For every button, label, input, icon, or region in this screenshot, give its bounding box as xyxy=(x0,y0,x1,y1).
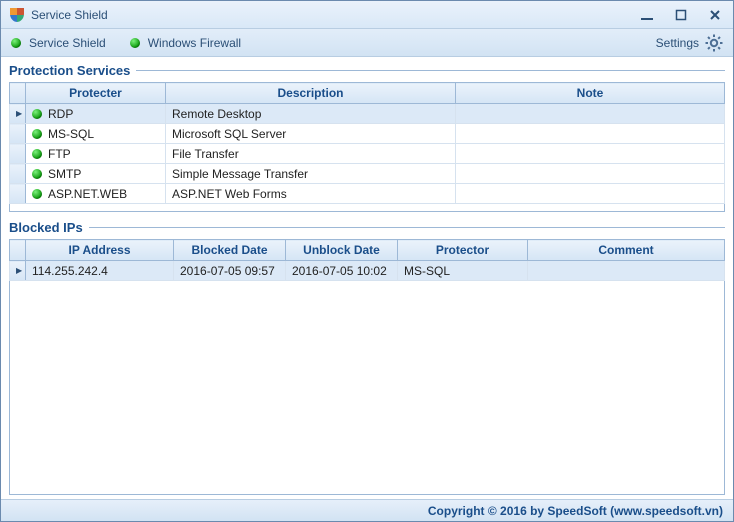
status-bar: Copyright © 2016 by SpeedSoft (www.speed… xyxy=(1,499,733,521)
group-title: Protection Services xyxy=(9,63,130,78)
col-protecter[interactable]: Protecter xyxy=(26,83,166,104)
cell-blocked-date[interactable]: 2016-07-05 09:57 xyxy=(174,261,286,281)
row-handle[interactable] xyxy=(10,104,26,124)
title-bar: Service Shield xyxy=(1,1,733,29)
protecter-name: FTP xyxy=(48,147,71,161)
gear-icon[interactable] xyxy=(705,34,723,52)
col-note[interactable]: Note xyxy=(456,83,725,104)
blocked-ips-group: Blocked IPs IP Address Blocked Date Unbl… xyxy=(9,220,725,495)
window-title: Service Shield xyxy=(31,8,637,22)
col-comment[interactable]: Comment xyxy=(528,240,725,261)
row-handle[interactable] xyxy=(10,184,26,204)
cell-protector[interactable]: MS-SQL xyxy=(398,261,528,281)
toolbar-label: Service Shield xyxy=(29,36,106,50)
table-row[interactable]: MS-SQL Microsoft SQL Server xyxy=(10,124,725,144)
table-row[interactable]: 114.255.242.42016-07-05 09:572016-07-05 … xyxy=(10,261,725,281)
divider xyxy=(89,227,725,228)
protecter-name: SMTP xyxy=(48,167,81,181)
close-button[interactable] xyxy=(705,7,725,23)
col-blocked-date[interactable]: Blocked Date xyxy=(174,240,286,261)
cell-protecter[interactable]: ASP.NET.WEB xyxy=(26,184,166,204)
cell-protecter[interactable]: RDP xyxy=(26,104,166,124)
status-dot-icon xyxy=(32,149,42,159)
protection-grid[interactable]: Protecter Description Note RDP Remote Des… xyxy=(9,82,725,204)
cell-comment[interactable] xyxy=(528,261,725,281)
grid-footer-space xyxy=(9,204,725,212)
cell-note[interactable] xyxy=(456,184,725,204)
status-dot-icon xyxy=(32,109,42,119)
table-row[interactable]: SMTP Simple Message Transfer xyxy=(10,164,725,184)
table-row[interactable]: FTP File Transfer xyxy=(10,144,725,164)
table-row[interactable]: ASP.NET.WEB ASP.NET Web Forms xyxy=(10,184,725,204)
copyright-text: Copyright © 2016 by SpeedSoft (www.speed… xyxy=(428,504,723,518)
settings-link[interactable]: Settings xyxy=(656,36,699,50)
protecter-name: RDP xyxy=(48,107,73,121)
table-row[interactable]: RDP Remote Desktop xyxy=(10,104,725,124)
toolbar: Service Shield Windows Firewall Settings xyxy=(1,29,733,57)
status-dot-icon xyxy=(32,129,42,139)
cell-description[interactable]: Remote Desktop xyxy=(166,104,456,124)
cell-unblock-date[interactable]: 2016-07-05 10:02 xyxy=(286,261,398,281)
cell-description[interactable]: Microsoft SQL Server xyxy=(166,124,456,144)
row-handle[interactable] xyxy=(10,124,26,144)
col-ip[interactable]: IP Address xyxy=(26,240,174,261)
col-description[interactable]: Description xyxy=(166,83,456,104)
blocked-grid[interactable]: IP Address Blocked Date Unblock Date Pro… xyxy=(9,239,725,281)
window-controls xyxy=(637,7,725,23)
cell-note[interactable] xyxy=(456,104,725,124)
row-handle-header xyxy=(10,83,26,104)
status-dot-icon xyxy=(32,189,42,199)
cell-note[interactable] xyxy=(456,124,725,144)
maximize-button[interactable] xyxy=(671,7,691,23)
cell-protecter[interactable]: FTP xyxy=(26,144,166,164)
cell-note[interactable] xyxy=(456,144,725,164)
col-unblock-date[interactable]: Unblock Date xyxy=(286,240,398,261)
row-handle[interactable] xyxy=(10,164,26,184)
grid-body-space xyxy=(9,281,725,495)
cell-protecter[interactable]: SMTP xyxy=(26,164,166,184)
row-handle[interactable] xyxy=(10,144,26,164)
group-title: Blocked IPs xyxy=(9,220,83,235)
cell-description[interactable]: File Transfer xyxy=(166,144,456,164)
cell-ip[interactable]: 114.255.242.4 xyxy=(26,261,174,281)
status-dot-icon xyxy=(130,38,140,48)
toolbar-item-windows-firewall[interactable]: Windows Firewall xyxy=(130,36,241,50)
minimize-button[interactable] xyxy=(637,7,657,23)
protection-services-group: Protection Services Protecter Descriptio… xyxy=(9,63,725,212)
status-dot-icon xyxy=(11,38,21,48)
status-dot-icon xyxy=(32,169,42,179)
divider xyxy=(136,70,725,71)
cell-description[interactable]: Simple Message Transfer xyxy=(166,164,456,184)
protecter-name: ASP.NET.WEB xyxy=(48,187,127,201)
cell-note[interactable] xyxy=(456,164,725,184)
toolbar-label: Windows Firewall xyxy=(148,36,241,50)
cell-protecter[interactable]: MS-SQL xyxy=(26,124,166,144)
protecter-name: MS-SQL xyxy=(48,127,94,141)
row-handle[interactable] xyxy=(10,261,26,281)
app-icon xyxy=(9,7,25,23)
toolbar-item-service-shield[interactable]: Service Shield xyxy=(11,36,106,50)
col-protector[interactable]: Protector xyxy=(398,240,528,261)
cell-description[interactable]: ASP.NET Web Forms xyxy=(166,184,456,204)
row-handle-header xyxy=(10,240,26,261)
